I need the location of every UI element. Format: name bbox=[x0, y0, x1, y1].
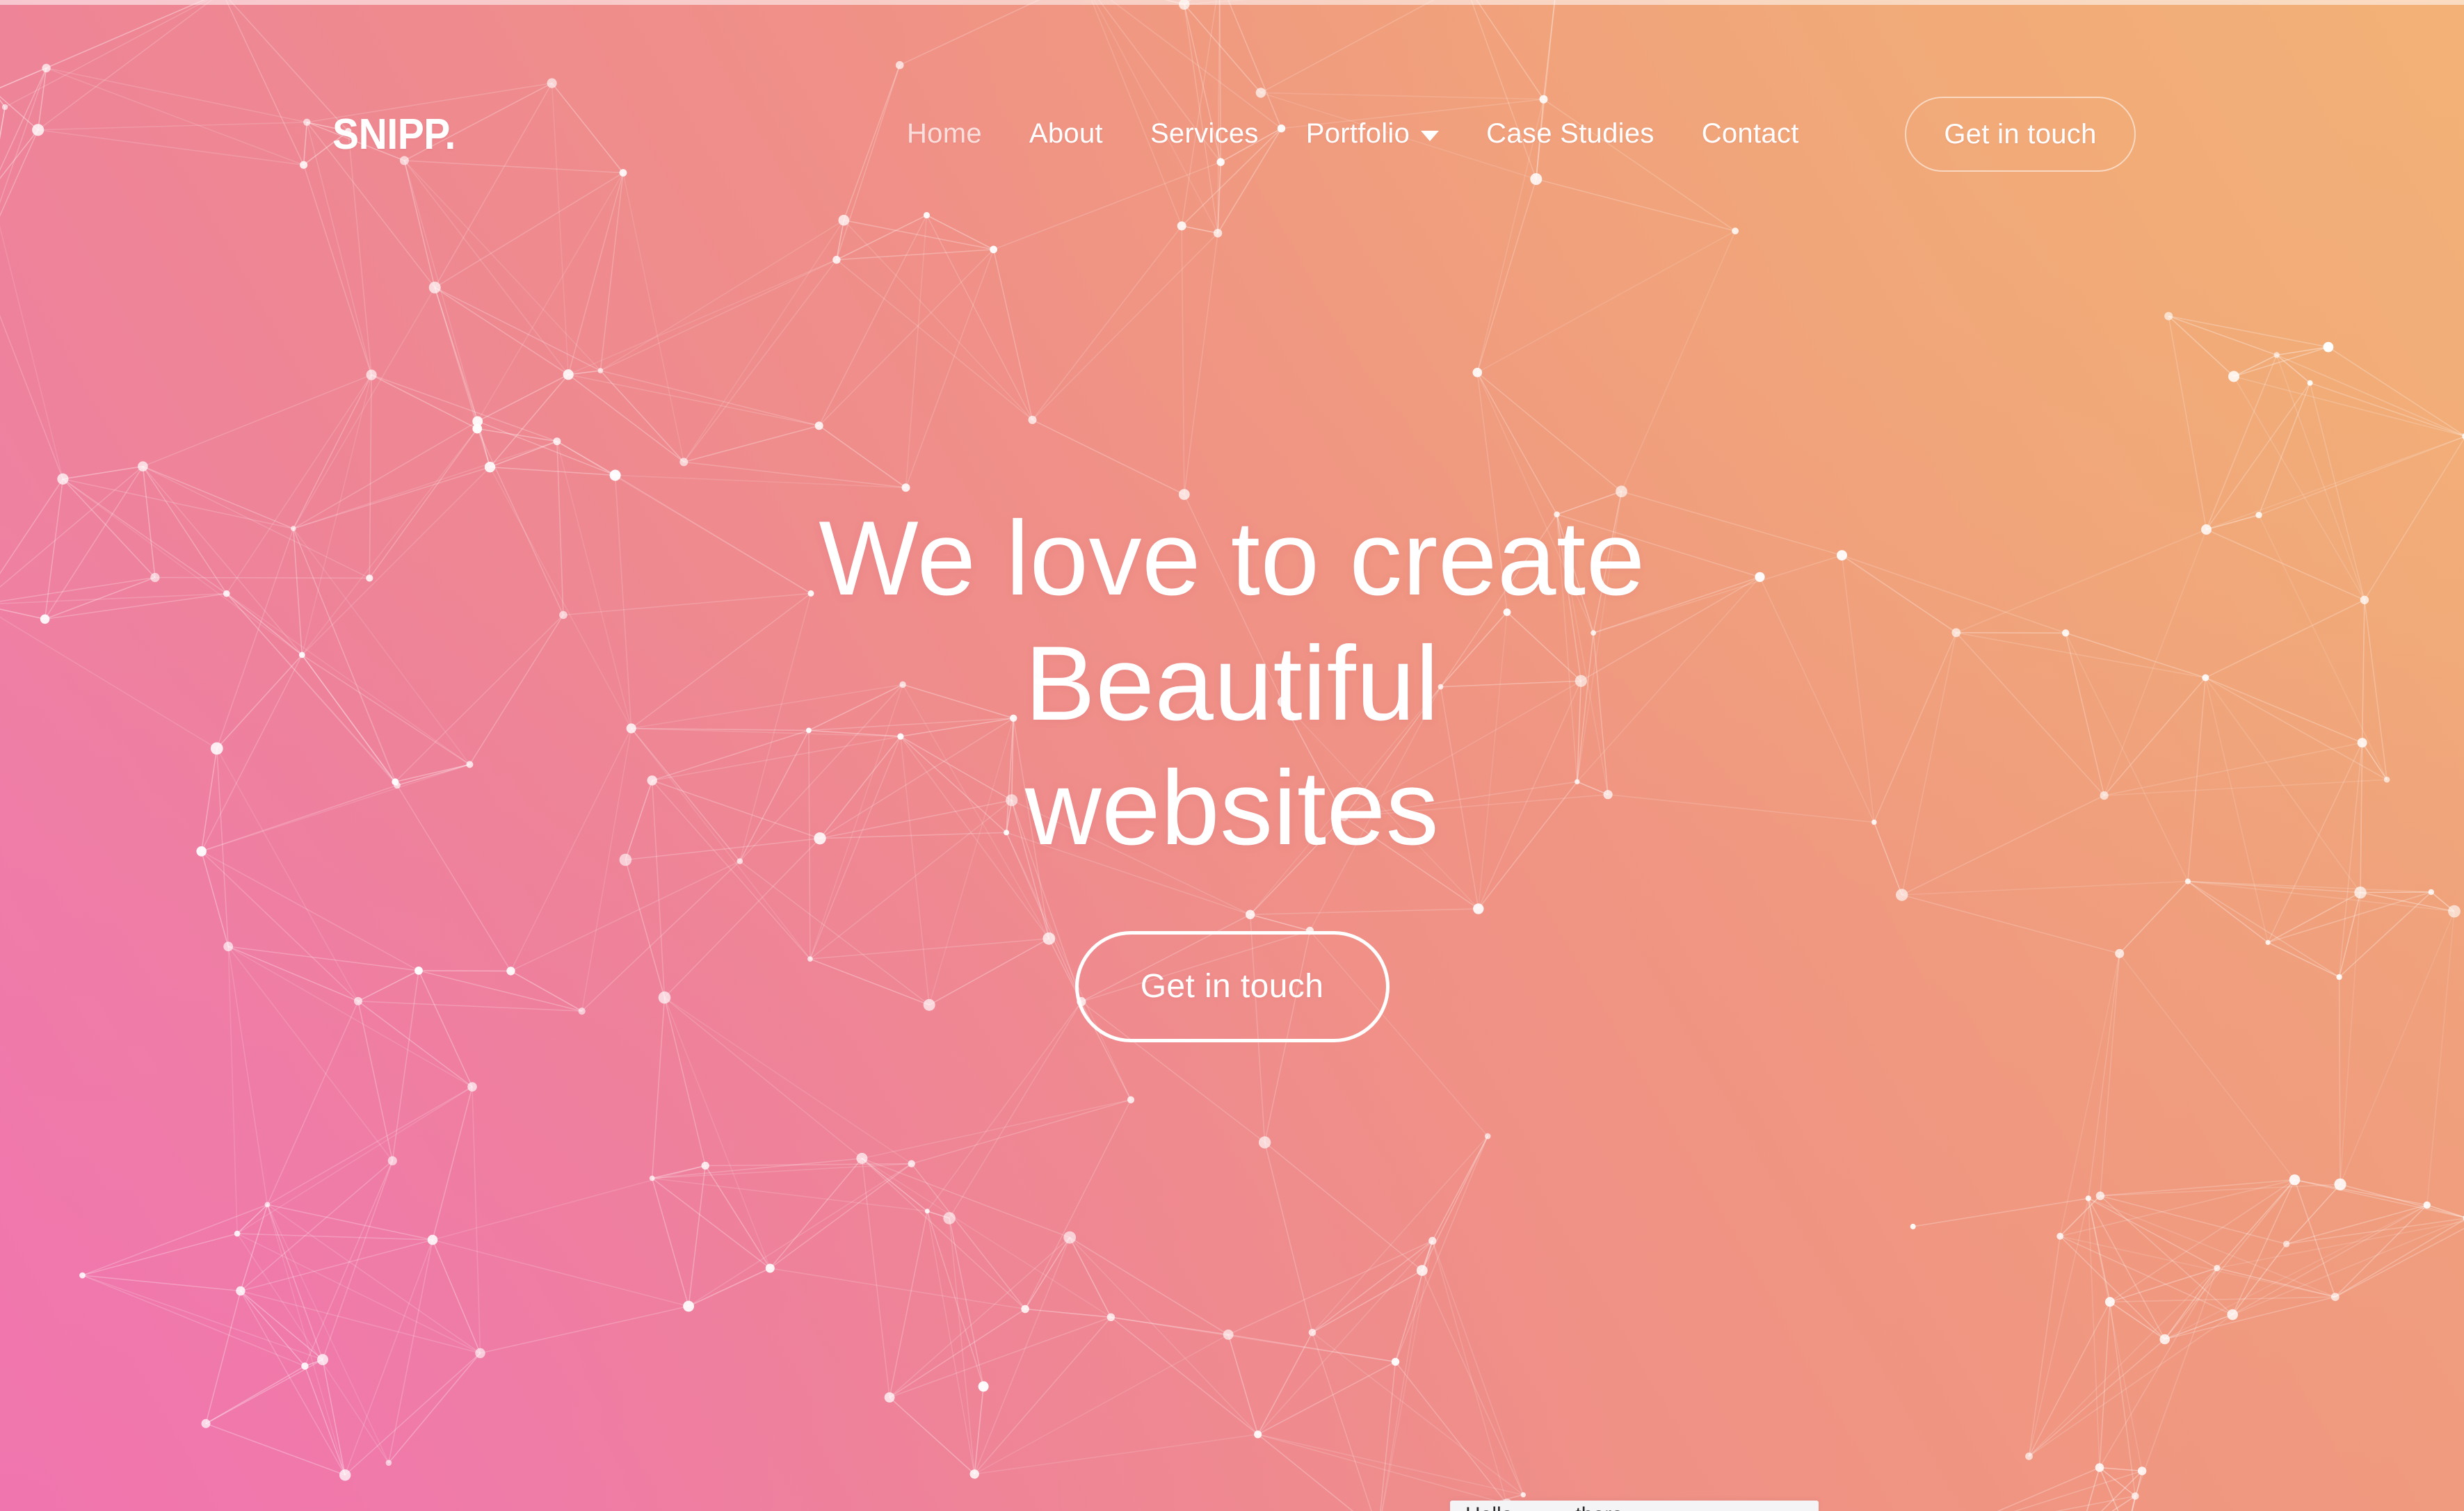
nav-item-label: Case Studies bbox=[1486, 118, 1654, 149]
brand-logo[interactable]: SNIPP. bbox=[332, 113, 456, 156]
nav-item-label: Contact bbox=[1701, 118, 1799, 149]
nav-item-services[interactable]: Services bbox=[1127, 118, 1282, 150]
nav-item-label: Portfolio bbox=[1305, 118, 1410, 149]
nav-item-label: About bbox=[1029, 118, 1103, 149]
next-section-panel[interactable]: Hello there bbox=[1450, 1501, 1819, 1511]
page-title: We love to create Beautiful websites bbox=[606, 496, 1858, 871]
nav-item-case-studies[interactable]: Case Studies bbox=[1463, 118, 1678, 150]
nav-item-contact[interactable]: Contact bbox=[1678, 118, 1823, 150]
nav-item-portfolio[interactable]: Portfolio bbox=[1282, 118, 1463, 150]
hero-content: We love to create Beautiful websites Get … bbox=[606, 496, 1858, 1042]
nav-item-label: Services bbox=[1150, 118, 1259, 149]
panel-text: there bbox=[1575, 1505, 1622, 1511]
main-navbar: SNIPP. Home About Services Portfolio Case St… bbox=[0, 0, 2464, 229]
hero-page: SNIPP. Home About Services Portfolio Case St… bbox=[0, 0, 2464, 1511]
page-title-line-2: websites bbox=[1024, 749, 1440, 868]
hero-get-in-touch-button[interactable]: Get in touch bbox=[1074, 930, 1390, 1042]
page-title-line-1: We love to create Beautiful bbox=[819, 499, 1645, 743]
panel-text: Hello bbox=[1465, 1505, 1513, 1511]
nav-item-home[interactable]: Home bbox=[883, 118, 1006, 150]
nav-menu: Home About Services Portfolio Case Studies Co… bbox=[883, 118, 1823, 150]
nav-item-label: Home bbox=[907, 118, 982, 149]
page-top-strip bbox=[0, 0, 2464, 5]
chevron-down-icon bbox=[1421, 131, 1440, 141]
nav-item-about[interactable]: About bbox=[1006, 118, 1127, 150]
nav-get-in-touch-button[interactable]: Get in touch bbox=[1905, 97, 2136, 172]
